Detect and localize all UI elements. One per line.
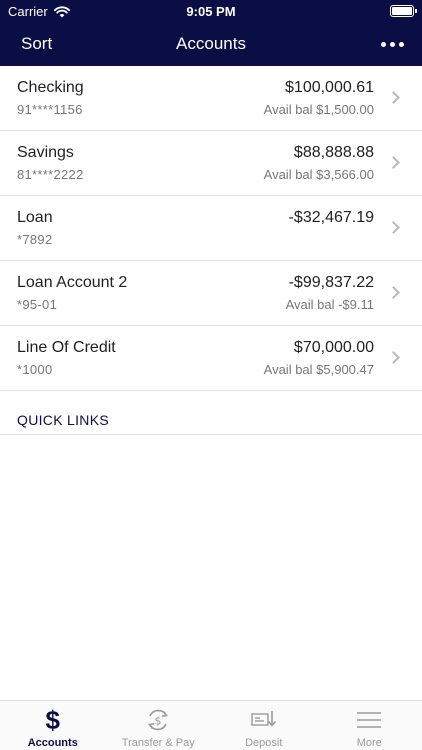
account-name: Checking [17, 79, 84, 96]
tab-deposit[interactable]: Deposit [211, 701, 317, 750]
account-name: Line Of Credit [17, 339, 116, 356]
chevron-right-icon [387, 156, 400, 169]
dollar-icon: $ [45, 705, 60, 735]
account-number: *1000 [17, 362, 53, 377]
account-balance: -$99,837.22 [288, 274, 374, 291]
account-number: *7892 [17, 232, 53, 247]
account-row-line-of-credit[interactable]: Line Of Credit *1000 $70,000.00 Avail ba… [0, 326, 422, 391]
battery-icon [390, 5, 417, 17]
accounts-list: Checking 91****1156 $100,000.61 Avail ba… [0, 66, 422, 391]
account-balance: $88,888.88 [293, 144, 374, 161]
ellipsis-icon [381, 42, 386, 47]
page-title: Accounts [176, 34, 246, 53]
account-number: *95-01 [17, 297, 58, 312]
chevron-right-icon [387, 91, 400, 104]
svg-text:$: $ [155, 715, 162, 728]
tab-accounts[interactable]: $ Accounts [0, 701, 106, 750]
chevron-right-icon [387, 351, 400, 364]
tab-bar: $ Accounts $ Transfer & Pay Deposit More [0, 700, 422, 750]
chevron-right-icon [387, 221, 400, 234]
account-available-balance: Avail bal $5,900.47 [263, 362, 374, 377]
quick-links-section: QUICK LINKS [0, 390, 422, 435]
account-available-balance: Avail bal $1,500.00 [263, 102, 374, 117]
deposit-check-icon [250, 707, 278, 738]
tab-label: Deposit [245, 737, 283, 749]
account-row-loan[interactable]: Loan *7892 -$32,467.19 [0, 196, 422, 261]
account-balance: $100,000.61 [285, 79, 374, 96]
app-header: Carrier 9:05 PM Sort Accounts [0, 0, 422, 66]
account-name: Loan [17, 209, 53, 226]
account-available-balance: Avail bal -$9.11 [285, 297, 374, 312]
account-row-loan-account-2[interactable]: Loan Account 2 *95-01 -$99,837.22 Avail … [0, 261, 422, 326]
account-balance: -$32,467.19 [288, 209, 374, 226]
tab-label: More [356, 737, 382, 749]
more-options-button[interactable] [381, 42, 404, 47]
tab-label: Accounts [27, 737, 78, 749]
tab-transfer-pay[interactable]: $ Transfer & Pay [106, 701, 212, 750]
account-balance: $70,000.00 [293, 339, 374, 356]
account-name: Savings [17, 144, 74, 161]
account-row-checking[interactable]: Checking 91****1156 $100,000.61 Avail ba… [0, 66, 422, 131]
chevron-right-icon [387, 286, 400, 299]
account-name: Loan Account 2 [17, 274, 128, 291]
status-bar: Carrier 9:05 PM [0, 0, 422, 24]
transfer-icon: $ [145, 707, 171, 738]
nav-bar: Sort Accounts [0, 28, 422, 62]
menu-icon [356, 707, 382, 738]
account-number: 91****1156 [17, 102, 83, 117]
tab-label: Transfer & Pay [121, 737, 195, 749]
status-time: 9:05 PM [186, 4, 236, 19]
account-number: 81****2222 [17, 167, 84, 182]
account-available-balance: Avail bal $3,566.00 [263, 167, 374, 182]
tab-more[interactable]: More [317, 701, 422, 750]
account-row-savings[interactable]: Savings 81****2222 $88,888.88 Avail bal … [0, 131, 422, 196]
quick-links-title: QUICK LINKS [17, 412, 109, 428]
